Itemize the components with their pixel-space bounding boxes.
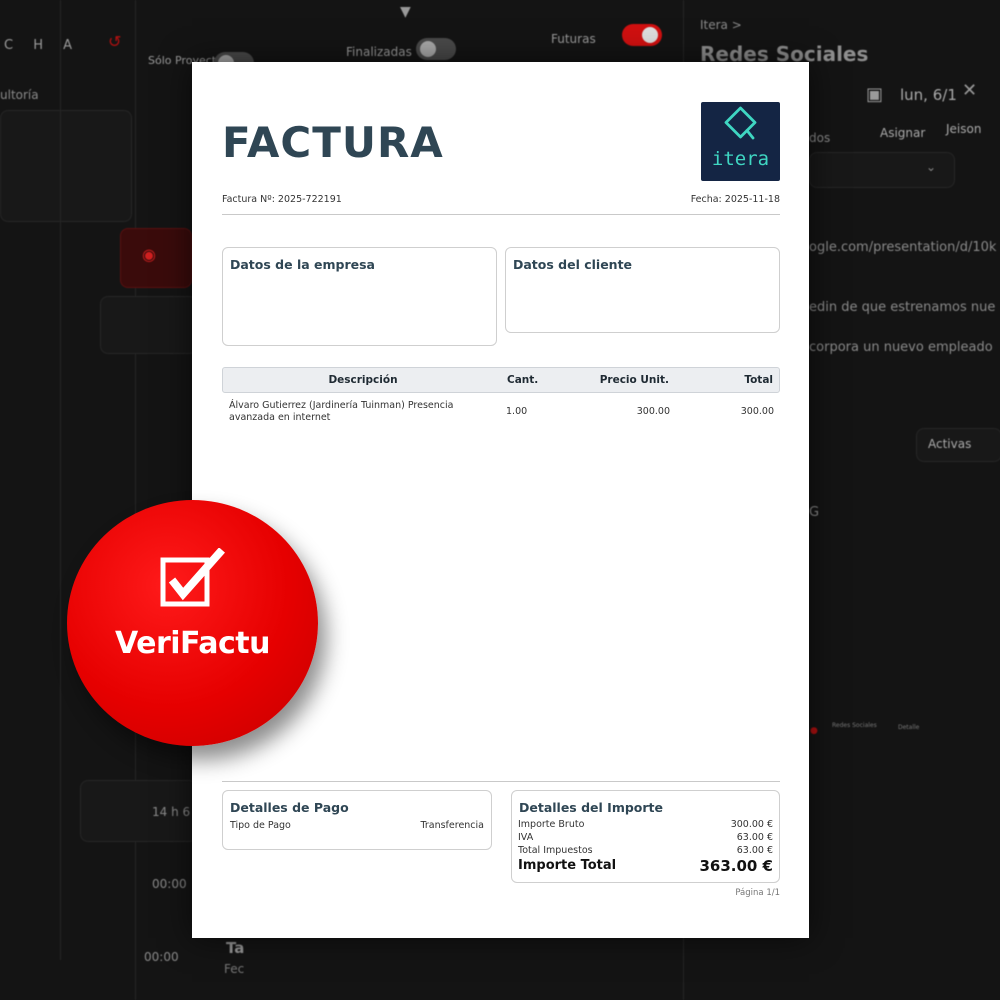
itera-logo: itera	[701, 102, 780, 181]
section-letter: G	[809, 505, 820, 520]
amount-details-box: Detalles del Importe Importe Bruto 300.0…	[511, 790, 780, 883]
time-value: 00:00	[152, 877, 187, 891]
total-tax-label: Total Impuestos	[518, 845, 593, 856]
task-card[interactable]	[100, 296, 197, 354]
mini-label: Detalle	[898, 724, 920, 731]
company-data-title: Datos de la empresa	[230, 257, 375, 272]
client-data-title: Datos del cliente	[513, 257, 633, 272]
company-data-box: Datos de la empresa	[222, 247, 497, 346]
status-select-value: Activas	[928, 437, 972, 451]
futuras-toggle[interactable]	[622, 24, 662, 46]
finalizadas-label: Finalizadas	[346, 45, 412, 59]
header-total: Total	[744, 374, 773, 386]
verifactu-label: VeriFactu	[115, 626, 270, 661]
mini-label: Redes Sociales	[832, 722, 877, 729]
reset-icon[interactable]: ↺	[108, 32, 121, 51]
invoice-number: Factura Nº: 2025-722191	[222, 194, 342, 205]
recording-card[interactable]	[120, 228, 192, 288]
item-total: 300.00	[740, 406, 774, 417]
invoice-document: FACTURA itera Factura Nº: 2025-722191 Fe…	[192, 62, 809, 938]
header-divider	[222, 214, 780, 215]
invoice-date: Fecha: 2025-11-18	[690, 194, 780, 205]
filter-icon[interactable]: ▼	[400, 4, 411, 20]
payment-type-label: Tipo de Pago	[230, 820, 291, 831]
item-unit-price: 300.00	[636, 406, 670, 417]
invoice-items-table: Descripción Cant. Precio Unit. Total Álv…	[222, 367, 780, 429]
panel-date[interactable]: lun, 6/1	[900, 86, 957, 104]
client-data-box: Datos del cliente	[505, 247, 780, 333]
table-row: Álvaro Gutierrez (Jardinería Tuinman) Pr…	[222, 393, 780, 429]
column-label: dos	[809, 131, 831, 145]
column-label: Asignar	[880, 126, 926, 140]
task-note: corpora un nuevo empleado	[809, 340, 993, 355]
record-dot-icon: ●	[810, 726, 818, 736]
time-value: 00:00	[144, 950, 179, 964]
header-description: Descripción	[328, 374, 398, 386]
iva-value: 63.00 €	[736, 832, 773, 843]
gross-amount-value: 300.00 €	[730, 819, 773, 830]
payment-type-value: Transferencia	[420, 820, 484, 831]
verifactu-badge: VeriFactu	[67, 500, 318, 746]
total-tax-value: 63.00 €	[736, 845, 773, 856]
presentation-link[interactable]: ogle.com/presentation/d/10k	[809, 240, 996, 255]
payment-details-title: Detalles de Pago	[230, 800, 349, 815]
item-qty: 1.00	[506, 406, 528, 417]
sidebar	[0, 0, 61, 960]
task-title: Ta	[226, 939, 245, 957]
page-number: Página 1/1	[735, 888, 780, 898]
item-description: Álvaro Gutierrez (Jardinería Tuinman) Pr…	[229, 400, 454, 423]
header-qty: Cant.	[507, 374, 539, 386]
checkbox-check-icon	[160, 548, 225, 607]
iva-label: IVA	[518, 832, 534, 843]
invoice-title: FACTURA	[222, 118, 444, 167]
grand-total-label: Importe Total	[518, 858, 617, 873]
column-divider	[135, 0, 136, 1000]
grand-total-value: 363.00 €	[699, 857, 773, 875]
calendar-icon[interactable]: ▣	[866, 84, 883, 105]
stop-icon[interactable]: ◉	[142, 245, 156, 264]
header-unit-price: Precio Unit.	[599, 374, 669, 386]
chevron-down-icon: ⌄	[926, 160, 937, 174]
amount-details-title: Detalles del Importe	[519, 800, 663, 815]
table-header: Descripción Cant. Precio Unit. Total	[222, 367, 780, 393]
footer-divider	[222, 781, 780, 782]
task-date: Fec	[224, 962, 245, 976]
column-label: Jeison	[946, 122, 982, 136]
gross-amount-label: Importe Bruto	[518, 819, 585, 830]
breadcrumb[interactable]: Itera >	[700, 18, 742, 32]
payment-details-box: Detalles de Pago Tipo de Pago Transferen…	[222, 790, 492, 850]
finalizadas-toggle[interactable]	[416, 38, 456, 60]
close-icon[interactable]: ✕	[962, 80, 977, 101]
logo-text: itera	[711, 148, 770, 170]
futuras-label: Futuras	[551, 32, 596, 46]
task-note: edin de que estrenamos nue	[809, 300, 996, 315]
